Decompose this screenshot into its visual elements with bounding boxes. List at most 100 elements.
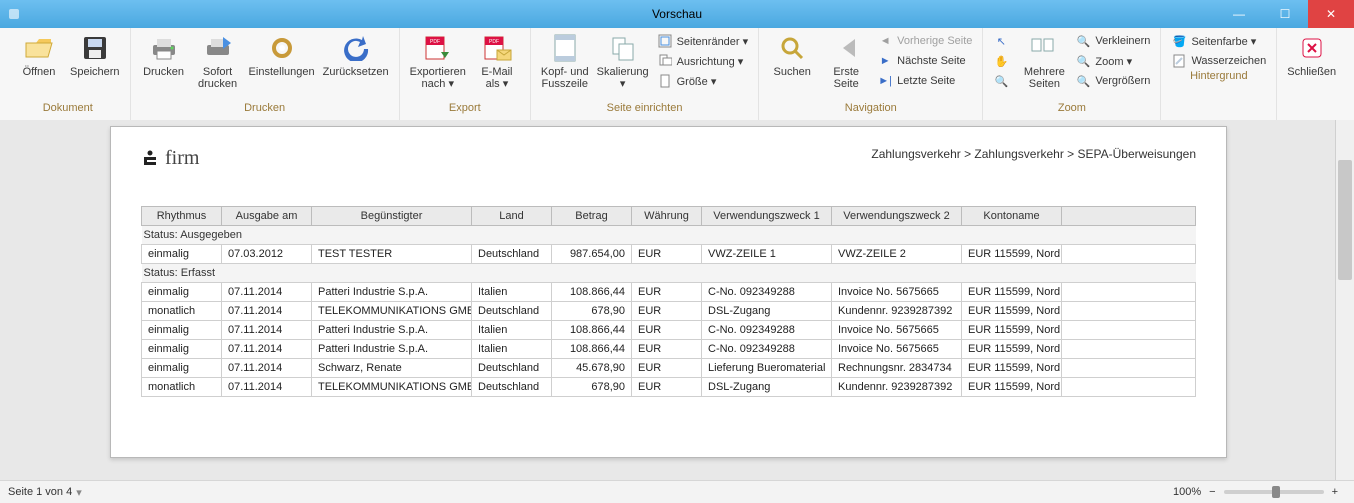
- zoom-percent: 100%: [1173, 486, 1201, 498]
- chevron-left-icon: ◄: [877, 33, 893, 49]
- brand-text: firm: [165, 147, 199, 170]
- svg-text:PDF: PDF: [430, 39, 440, 45]
- group-export: PDF Exportieren nach ▾ PDF E-Mail als ▾ …: [400, 28, 531, 120]
- zoom-in-button[interactable]: 🔍Vergrößern: [1071, 72, 1154, 90]
- watermark-button[interactable]: Wasserzeichen: [1167, 52, 1270, 70]
- prev-page-button: ◄Vorherige Seite: [873, 32, 976, 50]
- gear-icon: [266, 32, 298, 64]
- status-row: Status: Erfasst: [142, 264, 1196, 283]
- svg-text:PDF: PDF: [489, 39, 499, 45]
- email-as-button[interactable]: PDF E-Mail als ▾: [470, 30, 524, 102]
- close-preview-button[interactable]: Schließen: [1283, 30, 1340, 102]
- pdf-email-icon: PDF: [481, 32, 513, 64]
- last-page-button[interactable]: ►|Letzte Seite: [873, 72, 976, 90]
- first-page-button: Erste Seite: [819, 30, 873, 102]
- multi-page-icon: [1028, 32, 1060, 64]
- page-size-icon: [657, 73, 673, 89]
- column-header: Verwendungszweck 2: [832, 207, 962, 226]
- column-header: Betrag: [552, 207, 632, 226]
- column-header: Rhythmus: [142, 207, 222, 226]
- header-footer-icon: [549, 32, 581, 64]
- group-label-dokument: Dokument: [12, 102, 124, 118]
- watermark-icon: [1171, 53, 1187, 69]
- zoom-minus-button[interactable]: −: [1209, 486, 1215, 498]
- ribbon: Öffnen Speichern Dokument Drucken Sofort…: [0, 28, 1354, 121]
- report-table: RhythmusAusgabe amBegünstigterLandBetrag…: [141, 206, 1196, 397]
- magnifier-tool-button[interactable]: 🔍: [989, 72, 1013, 90]
- table-row: monatlich07.11.2014TELEKOMMUNIKATIONS GM…: [142, 302, 1196, 321]
- margins-icon: [657, 33, 673, 49]
- export-to-button[interactable]: PDF Exportieren nach ▾: [406, 30, 470, 102]
- next-page-button[interactable]: ►Nächste Seite: [873, 52, 976, 70]
- multi-page-button[interactable]: Mehrere Seiten: [1017, 30, 1071, 102]
- table-row: einmalig07.11.2014Patteri Industrie S.p.…: [142, 283, 1196, 302]
- table-row: einmalig07.03.2012TEST TESTERDeutschland…: [142, 245, 1196, 264]
- paint-bucket-icon: 🪣: [1171, 33, 1187, 49]
- zoom-slider-knob[interactable]: [1272, 486, 1280, 498]
- vertical-scrollbar[interactable]: [1335, 120, 1354, 481]
- table-row: einmalig07.11.2014Schwarz, RenateDeutsch…: [142, 359, 1196, 378]
- magnifier-icon: [776, 32, 808, 64]
- orientation-icon: [657, 53, 673, 69]
- zoom-button[interactable]: 🔍Zoom ▾: [1071, 52, 1154, 70]
- zoom-out-icon: 🔍: [1075, 33, 1091, 49]
- orientation-button[interactable]: Ausrichtung ▾: [653, 52, 753, 70]
- zoom-slider[interactable]: [1224, 490, 1324, 494]
- find-button[interactable]: Suchen: [765, 30, 819, 102]
- folder-open-icon: [23, 32, 55, 64]
- column-header: Ausgabe am: [222, 207, 312, 226]
- titlebar: Vorschau — ☐ ✕: [0, 0, 1354, 28]
- page-color-button[interactable]: 🪣Seitenfarbe ▾: [1167, 32, 1270, 50]
- group-close: Schließen: [1277, 28, 1346, 120]
- sparkasse-icon: [141, 150, 159, 168]
- print-button[interactable]: Drucken: [137, 30, 191, 102]
- quick-print-button[interactable]: Sofort drucken: [191, 30, 245, 102]
- hand-icon: ✋: [993, 53, 1009, 69]
- page-preview: firm Zahlungsverkehr > Zahlungsverkehr >…: [110, 126, 1227, 458]
- status-row: Status: Ausgegeben: [142, 226, 1196, 245]
- table-row: monatlich07.11.2014TELEKOMMUNIKATIONS GM…: [142, 378, 1196, 397]
- group-zoom: ↖ ✋ 🔍 Mehrere Seiten 🔍Verkleinern 🔍Zoom …: [983, 28, 1161, 120]
- chevron-right-icon: ►: [877, 53, 893, 69]
- first-page-icon: [830, 32, 862, 64]
- print-settings-button[interactable]: Einstellungen: [245, 30, 319, 102]
- group-label-navigation: Navigation: [765, 102, 976, 118]
- group-navigation: Suchen Erste Seite ◄Vorherige Seite ►Näc…: [759, 28, 983, 120]
- reset-button[interactable]: Zurücksetzen: [319, 30, 393, 102]
- close-icon: [1296, 32, 1328, 64]
- floppy-disk-icon: [79, 32, 111, 64]
- statusbar: Seite 1 von 4 ▾ 100% − +: [0, 480, 1354, 503]
- breadcrumb: Zahlungsverkehr > Zahlungsverkehr > SEPA…: [871, 147, 1196, 161]
- page-dropdown-icon[interactable]: ▾: [76, 486, 82, 499]
- group-label-zoom: Zoom: [989, 102, 1154, 118]
- group-label-seite: Seite einrichten: [537, 102, 752, 118]
- column-header: Begünstigter: [312, 207, 472, 226]
- save-button[interactable]: Speichern: [66, 30, 124, 102]
- zoom-plus-button[interactable]: +: [1332, 486, 1338, 498]
- zoom-out-button[interactable]: 🔍Verkleinern: [1071, 32, 1154, 50]
- group-label-export: Export: [406, 102, 524, 118]
- zoom-tool-icon: 🔍: [993, 73, 1009, 89]
- pointer-tool-button[interactable]: ↖: [989, 32, 1013, 50]
- open-button[interactable]: Öffnen: [12, 30, 66, 102]
- scrollbar-thumb[interactable]: [1338, 160, 1352, 280]
- column-header: Währung: [632, 207, 702, 226]
- printer-icon: [148, 32, 180, 64]
- column-header: Land: [472, 207, 552, 226]
- size-button[interactable]: Größe ▾: [653, 72, 753, 90]
- pointer-icon: ↖: [993, 33, 1009, 49]
- header-footer-button[interactable]: Kopf- und Fusszeile: [537, 30, 593, 102]
- group-label-drucken: Drucken: [137, 102, 393, 118]
- column-header: Verwendungszweck 1: [702, 207, 832, 226]
- page-indicator: Seite 1 von 4: [8, 486, 72, 498]
- group-drucken: Drucken Sofort drucken Einstellungen Zur…: [131, 28, 400, 120]
- window-title: Vorschau: [0, 7, 1354, 21]
- hand-tool-button[interactable]: ✋: [989, 52, 1013, 70]
- zoom-in-icon: 🔍: [1075, 73, 1091, 89]
- preview-area: firm Zahlungsverkehr > Zahlungsverkehr >…: [0, 120, 1354, 481]
- margins-button[interactable]: Seitenränder ▾: [653, 32, 753, 50]
- scale-button[interactable]: Skalierung ▾: [593, 30, 653, 102]
- printer-quick-icon: [202, 32, 234, 64]
- group-dokument: Öffnen Speichern Dokument: [6, 28, 131, 120]
- last-page-icon: ►|: [877, 73, 893, 89]
